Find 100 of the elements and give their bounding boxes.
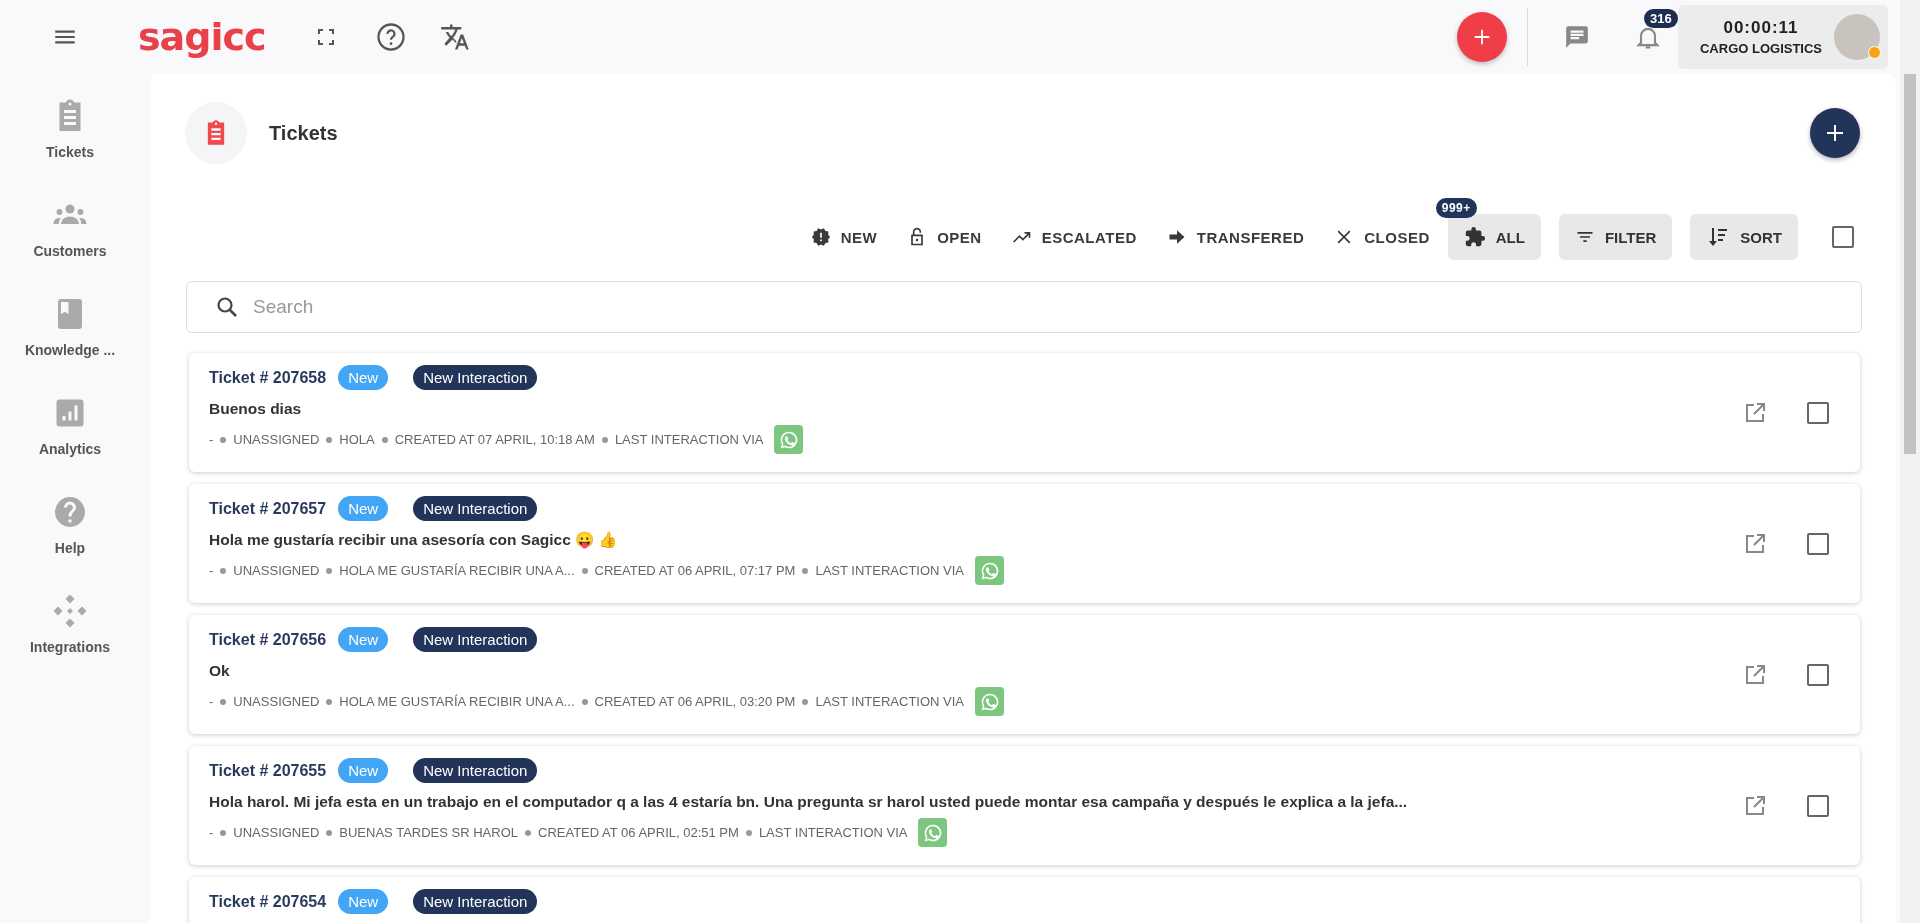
whatsapp-icon [922,822,943,843]
ticket-checkbox[interactable] [1807,533,1829,555]
puzzle-icon [1463,226,1486,248]
separator-dot [326,436,333,443]
ticket-meta: LAST INTERACTION VIA [815,563,965,578]
ticket-subject: Hola me gustaría recibir una asesoría con Sagicc 😛 👍 [209,531,619,549]
status-filter[interactable]: NEW [810,227,878,247]
alert-icon [810,227,831,247]
sidebar-item[interactable]: Help [52,494,88,556]
whatsapp-icon [778,429,799,450]
separator-dot [581,567,588,574]
search-input[interactable]: Search [251,295,1847,319]
ticket-number: Ticket # 207658 [209,368,327,387]
sidebar-item[interactable]: Tickets [46,98,94,160]
status-badge: New [338,889,389,914]
notification-count: 316 [1644,9,1678,28]
help-icon [52,494,88,530]
ticket-meta: CREATED AT 06 APRIL, 03:20 PM [594,694,796,709]
status-filter[interactable]: OPEN [907,227,982,247]
ticket-number: Ticket # 207657 [209,499,327,518]
external-link-icon[interactable] [1743,794,1767,818]
ticket-meta: - [209,694,214,709]
ticket-meta: BUENAS TARDES SR HAROL [339,825,518,840]
ticket-card[interactable] [189,746,1860,865]
ticket-meta: - [209,563,214,578]
ticket-meta: - [209,825,214,840]
ticket-subject: Hola harol. Mi jefa esta en un trabajo en el computador q a las 4 estaría bn. Una pregunta sr harol usted puede montar esa campaña y después le explica a la jefa... [209,793,1409,811]
company-name: CARGO LOGISTICS [1699,41,1823,56]
ticket-meta: LAST INTERACTION VIA [758,825,908,840]
status-badge: New [338,627,389,652]
ticket-meta: LAST INTERACTION VIA [815,694,965,709]
ticket-number: Ticket # 207656 [209,630,327,649]
status-filter[interactable]: TRANSFERED [1166,227,1305,247]
ticket-meta: HOLA ME GUSTARÍA RECIBIR UNA A... [339,563,575,578]
diamonds-icon [52,593,88,629]
ticket-checkbox[interactable] [1807,795,1829,817]
ticket-card[interactable]: Ticket # 207657 New New Interaction Hola me gustaría recibir una asesoría con Sagicc 😛 👍 - UNASSIGNED HOLA ME GUSTARÍA RECIBIR UNA A... CREATED AT 06 APRIL, 07:17 PM LAST INTERACTION VIA [189,484,1860,603]
chat-icon[interactable] [1564,24,1590,50]
ticket-meta: HOLA ME GUSTARÍA RECIBIR UNA A... [339,694,575,709]
separator-dot [381,436,388,443]
session-timer: 00:00:11 [1723,18,1799,38]
whatsapp-icon [979,560,1000,581]
interaction-tag: New Interaction [413,758,538,783]
ticket-meta: UNASSIGNED [233,825,320,840]
external-link-icon[interactable] [1743,663,1767,687]
ticket-meta: HOLA [339,432,375,447]
help-icon[interactable] [375,22,406,52]
filter-button[interactable]: FILTER [1558,214,1673,260]
separator-dot [220,698,227,705]
sidebar-item[interactable]: Knowledge ... [24,296,116,358]
external-link-icon[interactable] [1743,532,1767,556]
all-button[interactable]: ALL [1447,214,1541,260]
ticket-meta: UNASSIGNED [233,432,320,447]
status-dot [1868,46,1881,59]
add-button[interactable] [1457,12,1507,62]
ticket-subject: Ok [209,662,231,680]
search-field[interactable]: Search [186,281,1862,333]
ticket-card[interactable]: Ticket # 207658 New New Interaction Buenos dias - UNASSIGNED HOLA CREATED AT 07 APRIL, 10:18 AM LAST INTERACTION VIA [189,353,1860,472]
status-filter[interactable]: CLOSED [1334,227,1430,247]
add-ticket-button[interactable] [1810,108,1860,158]
separator-dot [581,698,588,705]
count-badge: 999+ [1435,198,1477,218]
user-panel[interactable]: 00:00:11 CARGO LOGISTICS [1678,5,1888,69]
app-logo: sagicc [138,15,266,59]
separator-dot [525,829,531,836]
separator-dot [220,567,227,574]
status-filter[interactable]: ESCALATED [1011,227,1137,247]
ticket-meta: UNASSIGNED [233,694,320,709]
ticket-number: Ticket # 207655 [209,761,327,780]
ticket-card[interactable]: Ticket # 207656 New New Interaction Ok - UNASSIGNED HOLA ME GUSTARÍA RECIBIR UNA A... CREATED AT 06 APRIL, 03:20 PM LAST INTERACTION VIA [189,615,1860,734]
separator-dot [326,829,333,836]
search-icon [215,295,239,319]
separator-dot [802,698,809,705]
interaction-tag: New Interaction [413,496,538,521]
sidebar-item[interactable]: Integrations [29,593,111,655]
ticket-meta: - [209,432,214,447]
ticket-meta: LAST INTERACTION VIA [614,432,764,447]
external-link-icon[interactable] [1743,401,1767,425]
ticket-card[interactable]: Ticket # 207654 New New Interaction [189,877,1860,923]
separator-dot [745,829,752,836]
sidebar-item[interactable]: Analytics [38,395,102,457]
separator-dot [326,567,333,574]
scrollbar-thumb[interactable] [1904,74,1916,454]
ticket-meta: UNASSIGNED [233,563,320,578]
translate-icon[interactable] [439,22,470,52]
interaction-tag: New Interaction [413,627,538,652]
separator-dot [220,829,227,836]
ticket-checkbox[interactable] [1807,402,1829,424]
separator-dot [601,436,608,443]
sort-button[interactable]: SORT [1690,214,1798,260]
status-badge: New [338,758,389,783]
ticket-checkbox[interactable] [1807,664,1829,686]
sidebar-item[interactable]: Customers [33,197,107,259]
separator-dot [326,698,333,705]
interaction-tag: New Interaction [413,365,538,390]
ticket-number: Ticket # 207654 [209,892,327,911]
select-all-checkbox[interactable] [1832,226,1854,248]
separator-dot [220,436,227,443]
ticket-meta: CREATED AT 06 APRIL, 07:17 PM [594,563,796,578]
page-title: Tickets [269,121,339,145]
